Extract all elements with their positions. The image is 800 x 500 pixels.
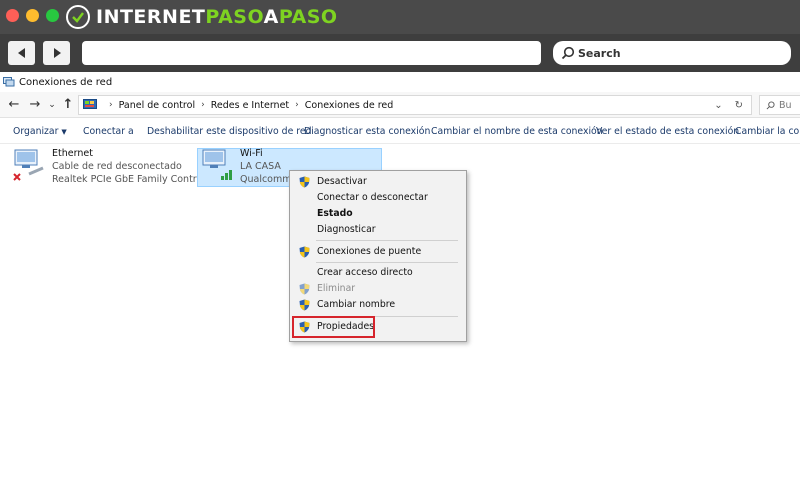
chevron-right-icon: › — [295, 100, 299, 110]
connection-status: LA CASA — [240, 161, 281, 172]
window-title: Conexiones de red — [19, 76, 113, 88]
menu-item-delete: Eliminar — [290, 281, 466, 297]
ethernet-adapter-icon — [13, 149, 44, 181]
search-icon — [561, 46, 575, 60]
search-placeholder: Search — [578, 46, 621, 60]
view-status-button[interactable]: Ver el estado de esta conexión — [596, 119, 739, 144]
properties-highlight-annotation — [292, 316, 375, 338]
triangle-left-icon — [17, 48, 25, 58]
logo-text-part: PASO — [205, 6, 264, 28]
disable-device-button[interactable]: Deshabilitar este dispositivo de red — [147, 119, 312, 144]
menu-item-connect-disconnect[interactable]: Conectar o desconectar — [290, 190, 466, 206]
explorer-search-box[interactable]: Bu — [759, 95, 800, 115]
connection-name: Ethernet — [52, 148, 93, 159]
connect-to-button[interactable]: Conectar a — [83, 119, 134, 144]
uac-shield-icon — [299, 176, 310, 188]
browser-url-bar[interactable] — [82, 41, 541, 65]
menu-item-disable[interactable]: Desactivar — [290, 174, 466, 190]
menu-separator — [316, 262, 458, 263]
menu-item-diagnose[interactable]: Diagnosticar — [290, 222, 466, 238]
menu-item-create-shortcut[interactable]: Crear acceso directo — [290, 265, 466, 281]
logo-text-part: PASO — [278, 6, 338, 28]
refresh-icon[interactable]: ↻ — [735, 100, 743, 111]
menu-item-bridge[interactable]: Conexiones de puente — [290, 244, 466, 260]
address-row: ← → ⌄ ↑ › Panel de control › Redes e Int… — [0, 92, 800, 118]
rename-connection-button[interactable]: Cambiar el nombre de esta conexión — [431, 119, 603, 144]
browser-search-bar[interactable]: Search — [553, 41, 791, 65]
minimize-window-button[interactable] — [26, 9, 39, 22]
control-panel-icon — [83, 99, 97, 109]
uac-shield-icon — [299, 283, 310, 295]
logo-text-part: A — [263, 6, 279, 28]
command-bar: Organizar ▼ Conectar a Deshabilitar este… — [0, 119, 800, 144]
breadcrumb-network-internet[interactable]: Redes e Internet — [211, 100, 289, 111]
triangle-right-icon — [53, 48, 61, 58]
chevron-right-icon: › — [201, 100, 205, 110]
uac-shield-icon — [299, 299, 310, 311]
logo-text-part: INTERNET — [96, 6, 206, 28]
breadcrumb-network-connections[interactable]: Conexiones de red — [305, 100, 394, 111]
search-icon — [766, 100, 775, 109]
browser-back-button[interactable] — [8, 41, 35, 65]
menu-item-rename[interactable]: Cambiar nombre — [290, 297, 466, 313]
recent-chevron-down-icon[interactable]: ⌄ — [44, 96, 60, 114]
address-dropdown-chevron-icon[interactable]: ⌄ — [714, 100, 722, 111]
explorer-title-bar: Conexiones de red — [0, 72, 800, 92]
site-logo: INTERNETPASOAPASO — [66, 4, 338, 30]
maximize-window-button[interactable] — [46, 9, 59, 22]
address-bar[interactable]: › Panel de control › Redes e Internet › … — [78, 95, 752, 115]
connection-adapter: Realtek PCIe GbE Family Controller — [52, 174, 218, 185]
dropdown-arrow-icon: ▼ — [61, 128, 67, 136]
back-arrow-icon[interactable]: ← — [6, 96, 22, 114]
menu-separator — [316, 240, 458, 241]
menu-item-status[interactable]: Estado — [290, 206, 466, 222]
forward-arrow-icon[interactable]: → — [27, 96, 43, 114]
change-settings-button[interactable]: Cambiar la confi — [735, 119, 800, 144]
network-connections-icon — [3, 77, 15, 87]
browser-forward-button[interactable] — [43, 41, 70, 65]
logo-icon — [66, 5, 90, 29]
chevron-right-icon: › — [109, 100, 113, 110]
browser-title-bar: INTERNETPASOAPASO — [0, 0, 800, 34]
organize-button[interactable]: Organizar ▼ — [13, 119, 67, 144]
browser-nav-bar: Search — [0, 34, 800, 72]
breadcrumb-control-panel[interactable]: Panel de control — [119, 100, 195, 111]
connection-ethernet[interactable]: Ethernet Cable de red desconectado Realt… — [13, 148, 217, 188]
up-arrow-icon[interactable]: ↑ — [60, 96, 76, 114]
uac-shield-icon — [299, 246, 310, 258]
wifi-adapter-icon — [202, 149, 232, 180]
close-window-button[interactable] — [6, 9, 19, 22]
diagnose-connection-button[interactable]: Diagnosticar esta conexión — [304, 119, 430, 144]
connection-status: Cable de red desconectado — [52, 161, 182, 172]
connection-name: Wi-Fi — [240, 148, 263, 159]
